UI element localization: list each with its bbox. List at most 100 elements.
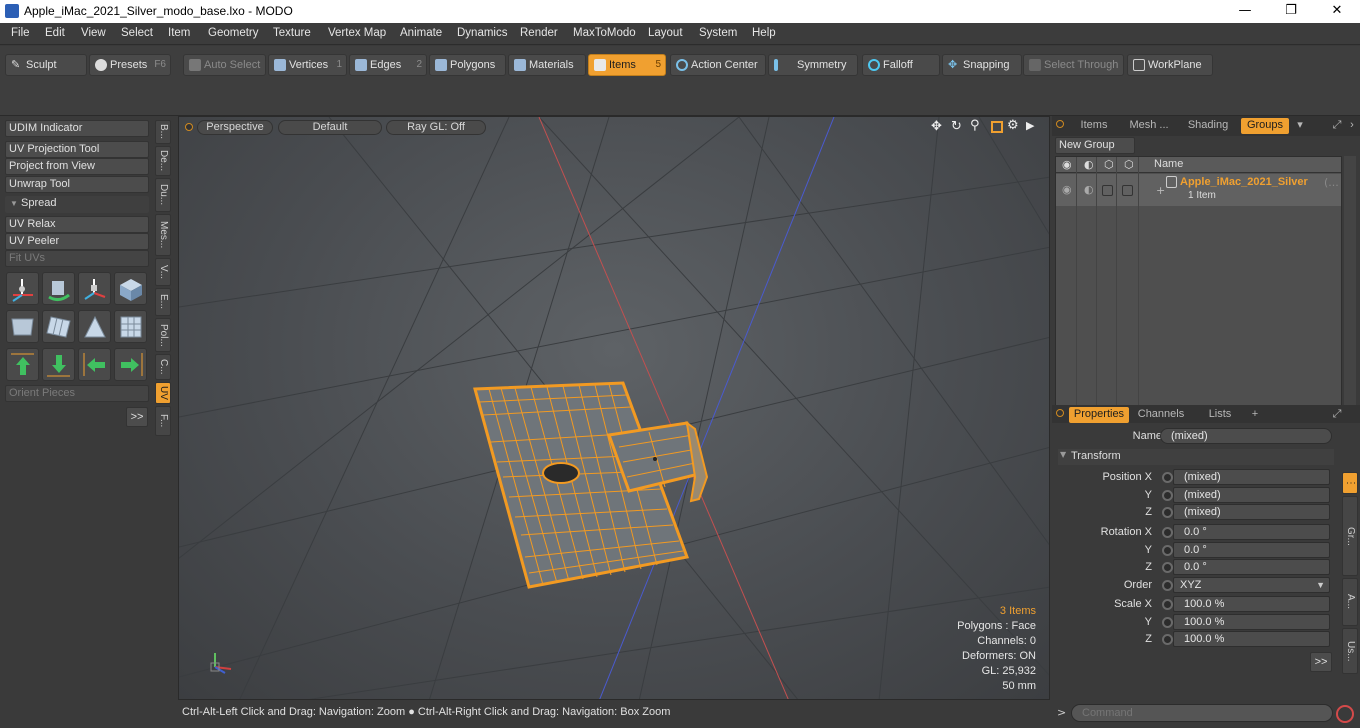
row-lock-checkbox[interactable]	[1102, 185, 1113, 196]
arrow-left-icon[interactable]	[78, 348, 111, 381]
select-through-button[interactable]: Select Through	[1023, 54, 1124, 76]
minimize-button[interactable]: —	[1222, 0, 1268, 23]
scale-z-keyframe-dot[interactable]	[1162, 634, 1173, 645]
close-button[interactable]: ✕	[1314, 0, 1360, 23]
uv-grid-icon[interactable]	[114, 310, 147, 343]
position-x-keyframe-dot[interactable]	[1162, 472, 1173, 483]
scale-y-keyframe-dot[interactable]	[1162, 617, 1173, 628]
materials-button[interactable]: Materials	[508, 54, 586, 76]
tab-shading[interactable]: Shading	[1180, 118, 1236, 134]
tab-mesh[interactable]: Mesh ...	[1124, 118, 1174, 134]
edges-button[interactable]: Edges 2	[349, 54, 427, 76]
project-from-view-button[interactable]: Project from View	[5, 158, 149, 175]
menu-item[interactable]: Item	[168, 27, 190, 39]
position-y-keyframe-dot[interactable]	[1162, 490, 1173, 501]
vtab-vertex[interactable]: V...	[155, 258, 171, 286]
udim-indicator-button[interactable]: UDIM Indicator	[5, 120, 149, 137]
menu-view[interactable]: View	[81, 27, 106, 39]
falloff-button[interactable]: Falloff	[862, 54, 940, 76]
uv-box-icon[interactable]	[114, 272, 147, 305]
record-macro-icon[interactable]	[1336, 705, 1354, 723]
position-z-keyframe-dot[interactable]	[1162, 507, 1173, 518]
uv-scale-icon[interactable]	[78, 272, 111, 305]
properties-maximize-icon[interactable]: ⤢	[1330, 407, 1344, 423]
uv-perspective-map-icon[interactable]	[78, 310, 111, 343]
items-button[interactable]: Items 5	[588, 54, 666, 76]
command-input[interactable]	[1071, 704, 1333, 722]
rotation-x-field[interactable]: 0.0 °	[1173, 524, 1330, 540]
arrow-right-icon[interactable]	[114, 348, 147, 381]
tab-channels[interactable]: Channels	[1134, 407, 1188, 423]
rotation-y-field[interactable]: 0.0 °	[1173, 542, 1330, 558]
menu-vertex-map[interactable]: Vertex Map	[328, 27, 386, 39]
uv-projection-tool-button[interactable]: UV Projection Tool	[5, 141, 149, 158]
menu-layout[interactable]: Layout	[648, 27, 683, 39]
scale-x-field[interactable]: 100.0 %	[1173, 596, 1330, 612]
properties-menu-dot[interactable]	[1056, 409, 1064, 417]
view-mode-dropdown[interactable]: Perspective	[197, 120, 273, 135]
more-properties-button[interactable]: >>	[1310, 652, 1332, 672]
add-tab-button[interactable]: +	[1248, 407, 1262, 423]
menu-maxtomodo[interactable]: MaxToModo	[573, 27, 636, 39]
menu-select[interactable]: Select	[121, 27, 153, 39]
group-row[interactable]: ◉ ◐ + Apple_iMac_2021_Silver (... 1 Item	[1056, 174, 1341, 206]
scale-x-keyframe-dot[interactable]	[1162, 599, 1173, 610]
vtab-uv[interactable]: UV	[155, 382, 171, 404]
panel-menu-dot[interactable]	[1056, 120, 1064, 128]
side-tab-groups[interactable]: Gr...	[1342, 496, 1358, 576]
panel-scroll-right-icon[interactable]: ›	[1346, 118, 1358, 134]
tab-dropdown-icon[interactable]: ▾	[1294, 118, 1306, 134]
menu-render[interactable]: Render	[520, 27, 558, 39]
workplane-button[interactable]: WorkPlane	[1127, 54, 1213, 76]
tab-lists[interactable]: Lists	[1198, 407, 1242, 423]
zoom-icon[interactable]: ⚲	[970, 118, 984, 134]
pan-icon[interactable]: ✥	[931, 119, 945, 135]
uv-relax-button[interactable]: UV Relax	[5, 216, 149, 233]
vtab-polygon[interactable]: Pol...	[155, 318, 171, 352]
side-tab-user[interactable]: Us...	[1342, 628, 1358, 674]
action-center-button[interactable]: Action Center	[670, 54, 766, 76]
viewport-settings-gear-icon[interactable]: ⚙	[1007, 118, 1021, 134]
side-tab-assemblies[interactable]: A...	[1342, 578, 1358, 626]
side-tab-active[interactable]: ⋮	[1342, 472, 1358, 494]
rotation-z-keyframe-dot[interactable]	[1162, 562, 1173, 573]
arrow-up-icon[interactable]	[6, 348, 39, 381]
groups-scrollbar[interactable]	[1344, 156, 1356, 414]
auto-select-button[interactable]: Auto Select	[183, 54, 266, 76]
sculpt-button[interactable]: ✎ Sculpt	[5, 54, 87, 76]
vtab-basic[interactable]: B...	[155, 120, 171, 144]
symmetry-button[interactable]: Symmetry	[768, 54, 858, 76]
menu-animate[interactable]: Animate	[400, 27, 442, 39]
more-tools-button[interactable]: >>	[126, 407, 148, 427]
vtab-mesh-edit[interactable]: Mes...	[155, 214, 171, 256]
rotation-x-keyframe-dot[interactable]	[1162, 527, 1173, 538]
rotation-y-keyframe-dot[interactable]	[1162, 545, 1173, 556]
3d-viewport[interactable]: Perspective Default Ray GL: Off ✥ ↻ ⚲ ⚙ …	[178, 116, 1050, 700]
rotation-z-field[interactable]: 0.0 °	[1173, 559, 1330, 575]
menu-file[interactable]: File	[11, 27, 30, 39]
tab-items[interactable]: Items	[1070, 118, 1118, 134]
uv-cylinder-map-icon[interactable]	[6, 310, 39, 343]
rotate-icon[interactable]: ↻	[951, 119, 965, 135]
uv-transform-icon[interactable]	[6, 272, 39, 305]
raygl-toggle[interactable]: Ray GL: Off	[386, 120, 486, 135]
scale-z-field[interactable]: 100.0 %	[1173, 631, 1330, 647]
tab-groups[interactable]: Groups	[1241, 118, 1289, 134]
transform-section-header[interactable]: ▼ Transform	[1058, 449, 1334, 465]
menu-geometry[interactable]: Geometry	[208, 27, 259, 39]
maximize-viewport-icon[interactable]	[991, 121, 1003, 133]
expand-plus-icon[interactable]: +	[1156, 184, 1165, 197]
polygons-button[interactable]: Polygons	[429, 54, 506, 76]
snapping-button[interactable]: ✥ Snapping	[942, 54, 1022, 76]
vertices-button[interactable]: Vertices 1	[268, 54, 347, 76]
spread-section[interactable]: ▼ Spread	[5, 196, 149, 213]
vtab-curve[interactable]: C...	[155, 354, 171, 380]
uv-rotate-icon[interactable]	[42, 272, 75, 305]
orient-pieces-button[interactable]: Orient Pieces	[5, 385, 149, 402]
viewport-menu-dot[interactable]	[185, 123, 193, 131]
maximize-button[interactable]: ❐	[1268, 0, 1314, 23]
tab-properties[interactable]: Properties	[1069, 407, 1129, 423]
row-select-checkbox[interactable]	[1122, 185, 1133, 196]
position-y-field[interactable]: (mixed)	[1173, 487, 1330, 503]
rotation-order-dropdown[interactable]: XYZ ▼	[1173, 577, 1330, 593]
